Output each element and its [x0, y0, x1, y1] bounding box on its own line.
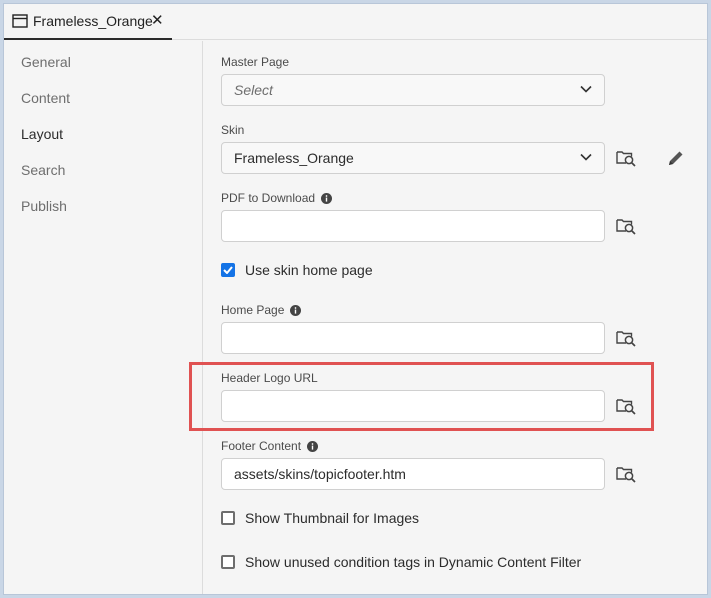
tab-bar: Frameless_Orange ✕	[4, 4, 707, 40]
show-unused-tags-checkbox[interactable]	[221, 555, 235, 569]
tab-title: Frameless_Orange	[33, 13, 153, 29]
info-icon	[307, 440, 319, 452]
show-unused-tags-row: Show unused condition tags in Dynamic Co…	[221, 554, 581, 570]
settings-sidebar: General Content Layout Search Publish	[4, 41, 203, 594]
footer-content-label-text: Footer Content	[221, 439, 302, 453]
use-skin-home-page-row: Use skin home page	[221, 262, 373, 278]
use-skin-home-page-checkbox[interactable]	[221, 263, 235, 277]
sidebar-item-general[interactable]: General	[21, 54, 71, 70]
edit-pencil-icon[interactable]	[667, 149, 685, 167]
checkmark-icon	[223, 266, 233, 274]
footer-content-input[interactable]: assets/skins/topicfooter.htm	[221, 458, 605, 490]
show-thumbnail-checkbox[interactable]	[221, 511, 235, 525]
skin-select[interactable]: Frameless_Orange	[221, 142, 605, 174]
show-unused-tags-label: Show unused condition tags in Dynamic Co…	[245, 554, 582, 570]
show-thumbnail-label: Show Thumbnail for Images	[245, 510, 420, 526]
window-icon	[12, 14, 28, 28]
sidebar-item-search[interactable]: Search	[21, 162, 65, 178]
info-icon	[290, 304, 302, 316]
use-skin-home-page-label: Use skin home page	[245, 262, 373, 278]
dialog-window: Frameless_Orange ✕ General Content Layou…	[3, 3, 708, 595]
master-page-label-text: Master Page	[221, 55, 290, 69]
pdf-to-download-label: PDF to Download	[221, 191, 333, 205]
home-page-label-text: Home Page	[221, 303, 285, 317]
chevron-down-icon	[580, 153, 592, 161]
close-icon[interactable]: ✕	[151, 11, 164, 29]
footer-content-value: assets/skins/topicfooter.htm	[234, 466, 406, 482]
sidebar-item-layout[interactable]: Layout	[21, 126, 63, 142]
pdf-to-download-input[interactable]	[221, 210, 605, 242]
tab-frameless-orange[interactable]: Frameless_Orange ✕	[4, 4, 172, 40]
pdf-to-download-label-text: PDF to Download	[221, 191, 316, 205]
master-page-label: Master Page	[221, 55, 289, 69]
show-thumbnail-row: Show Thumbnail for Images	[221, 510, 419, 526]
browse-folder-icon[interactable]	[616, 329, 636, 347]
skin-value: Frameless_Orange	[234, 150, 354, 166]
layout-settings-panel: Master Page Select Skin Frameless_Orange	[204, 41, 707, 594]
browse-folder-icon[interactable]	[616, 149, 636, 167]
home-page-label: Home Page	[221, 303, 302, 317]
sidebar-item-content[interactable]: Content	[21, 90, 70, 106]
highlight-box	[189, 362, 654, 431]
home-page-input[interactable]	[221, 322, 605, 354]
skin-label: Skin	[221, 123, 244, 137]
footer-content-label: Footer Content	[221, 439, 319, 453]
chevron-down-icon	[580, 85, 592, 93]
browse-folder-icon[interactable]	[616, 465, 636, 483]
sidebar-item-publish[interactable]: Publish	[21, 198, 67, 214]
master-page-select[interactable]: Select	[221, 74, 605, 106]
skin-label-text: Skin	[221, 123, 245, 137]
browse-folder-icon[interactable]	[616, 217, 636, 235]
master-page-placeholder: Select	[234, 82, 273, 98]
info-icon	[321, 192, 333, 204]
